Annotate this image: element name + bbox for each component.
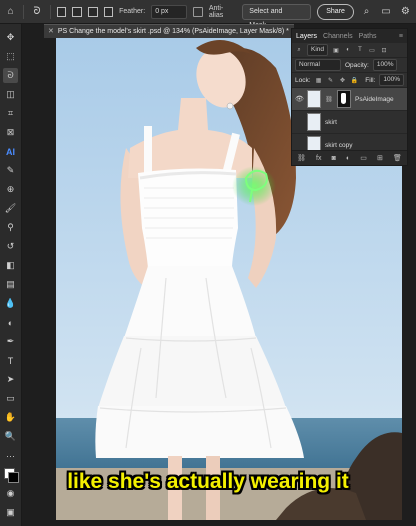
feather-label: Feather: — [119, 8, 146, 15]
layers-panel-footer: ⛓ fx ◙ ◐ ▭ ⊞ 🗑 — [292, 150, 407, 165]
tools-panel: ✥ ⬚ ᘐ ◫ ⌗ ⊠ AI ✎ ⊕ 🖌 ⚲ ↺ ◧ ▤ 💧 ◐ ✒ T ➤ ▭… — [0, 24, 22, 526]
tab-paths[interactable]: Paths — [359, 33, 377, 40]
search-icon[interactable]: ⌕ — [360, 5, 373, 19]
adjustment-filter-icon[interactable]: ◐ — [344, 46, 352, 54]
smart-object-filter-icon[interactable]: ⊡ — [380, 46, 388, 54]
layer-mask-thumbnail[interactable] — [337, 90, 351, 108]
close-tab-icon[interactable]: ✕ — [48, 28, 54, 35]
filter-row: ⌕ Kind ▣ ◐ T ▭ ⊡ — [292, 43, 407, 58]
zoom-tool-icon[interactable]: 🔍 — [3, 429, 18, 444]
share-button[interactable]: Share — [317, 3, 354, 20]
divider — [23, 4, 25, 19]
frame-tool-icon[interactable]: ⊠ — [3, 125, 18, 140]
new-layer-icon[interactable]: ⊞ — [377, 154, 383, 162]
type-tool-icon[interactable]: T — [3, 353, 18, 368]
tab-channels[interactable]: Channels — [323, 33, 353, 40]
lock-pixels-icon[interactable]: ✎ — [327, 76, 335, 84]
layer-row[interactable]: skirt — [292, 111, 407, 134]
add-to-selection-icon[interactable] — [72, 6, 82, 17]
opacity-input[interactable]: 100% — [372, 59, 398, 71]
tab-layers[interactable]: Layers — [296, 33, 317, 40]
layers-panel: Layers Channels Paths ≡ ⌕ Kind ▣ ◐ T ▭ ⊡… — [291, 28, 408, 166]
options-bar: ⌂ ᘐ Feather: 0 px Anti-alias Select and … — [0, 0, 416, 29]
new-group-icon[interactable]: ▭ — [360, 154, 367, 162]
blend-row: Normal Opacity: 100% — [292, 58, 407, 73]
document-title: PS Change the model's skirt .psd @ 134% … — [57, 28, 289, 35]
layer-thumbnail — [307, 90, 321, 108]
video-caption: like she's actually wearing it — [67, 470, 349, 493]
opacity-label: Opacity: — [345, 61, 369, 69]
adjustment-layer-icon[interactable]: ◐ — [346, 155, 350, 162]
clone-stamp-tool-icon[interactable]: ⚲ — [3, 220, 18, 235]
layer-row[interactable]: 👁 ⛓ PsAideImage — [292, 88, 407, 111]
subtract-from-selection-icon[interactable] — [87, 6, 98, 17]
intersect-selection-icon[interactable] — [103, 6, 114, 17]
mask-link-icon[interactable]: ⛓ — [325, 95, 333, 103]
pen-tool-icon[interactable]: ✒ — [3, 334, 18, 349]
fill-input[interactable]: 100% — [379, 74, 404, 86]
shape-filter-icon[interactable]: ▭ — [368, 46, 376, 54]
blend-mode-select[interactable]: Normal — [295, 59, 341, 71]
layer-name[interactable]: skirt — [325, 119, 337, 126]
home-icon[interactable]: ⌂ — [4, 5, 17, 19]
new-selection-icon[interactable] — [56, 6, 67, 17]
healing-brush-tool-icon[interactable]: ⊕ — [3, 182, 18, 197]
brush-tool-icon[interactable]: 🖌 — [3, 201, 18, 216]
document-tab[interactable]: ✕ PS Change the model's skirt .psd @ 134%… — [44, 24, 294, 38]
screen-mode-icon[interactable]: ▣ — [3, 505, 18, 520]
feather-input[interactable]: 0 px — [151, 4, 188, 19]
marquee-tool-icon[interactable]: ⬚ — [3, 49, 18, 64]
blur-tool-icon[interactable]: 💧 — [3, 296, 18, 311]
delete-layer-icon[interactable]: 🗑 — [393, 154, 402, 162]
crop-tool-icon[interactable]: ⌗ — [3, 106, 18, 121]
workspace-icon[interactable]: ▭ — [379, 5, 392, 19]
eyedropper-tool-icon[interactable]: ✎ — [3, 163, 18, 178]
search-icon: ⌕ — [297, 46, 301, 53]
divider — [49, 4, 51, 19]
panel-menu-icon[interactable]: ≡ — [399, 33, 403, 40]
eraser-tool-icon[interactable]: ◧ — [3, 258, 18, 273]
object-selection-tool-icon[interactable]: ◫ — [3, 87, 18, 102]
rectangle-tool-icon[interactable]: ▭ — [3, 391, 18, 406]
lock-position-icon[interactable]: ✥ — [339, 76, 347, 84]
dodge-tool-icon[interactable]: ◐ — [3, 315, 18, 330]
pixel-filter-icon[interactable]: ▣ — [332, 46, 340, 54]
anti-alias-label: Anti-alias — [208, 4, 224, 19]
lasso-tool-icon[interactable]: ᘐ — [3, 68, 18, 83]
history-brush-tool-icon[interactable]: ↺ — [3, 239, 18, 254]
settings-icon[interactable]: ⚙ — [399, 5, 412, 19]
panel-tabs: Layers Channels Paths ≡ — [292, 29, 407, 43]
kind-filter-select[interactable]: Kind — [307, 44, 329, 56]
lock-row: Lock: ▦ ✎ ✥ 🔒 Fill: 100% — [292, 73, 407, 88]
add-mask-icon[interactable]: ◙ — [332, 155, 336, 162]
gradient-tool-icon[interactable]: ▤ — [3, 277, 18, 292]
link-layers-icon[interactable]: ⛓ — [297, 154, 306, 162]
more-tools-icon[interactable]: ··· — [3, 448, 18, 463]
layer-thumbnail — [307, 113, 321, 131]
lock-all-icon[interactable]: 🔒 — [351, 76, 359, 84]
lock-label: Lock: — [295, 76, 311, 84]
lasso-tool-preset-icon[interactable]: ᘐ — [30, 5, 43, 19]
lock-transparent-icon[interactable]: ▦ — [315, 76, 323, 84]
path-selection-tool-icon[interactable]: ➤ — [3, 372, 18, 387]
move-tool-icon[interactable]: ✥ — [3, 30, 18, 45]
layer-style-icon[interactable]: fx — [316, 155, 321, 162]
fill-label: Fill: — [365, 76, 376, 84]
hand-tool-icon[interactable]: ✋ — [3, 410, 18, 425]
layer-name[interactable]: skirt copy — [325, 142, 352, 149]
anti-alias-checkbox[interactable] — [193, 6, 203, 17]
select-and-mask-button[interactable]: Select and Mask... — [242, 3, 312, 29]
layer-name[interactable]: PsAideImage — [355, 96, 394, 103]
type-filter-icon[interactable]: T — [356, 46, 364, 54]
visibility-eye-icon[interactable]: 👁 — [295, 95, 304, 103]
ai-generate-icon[interactable]: AI — [3, 144, 18, 159]
